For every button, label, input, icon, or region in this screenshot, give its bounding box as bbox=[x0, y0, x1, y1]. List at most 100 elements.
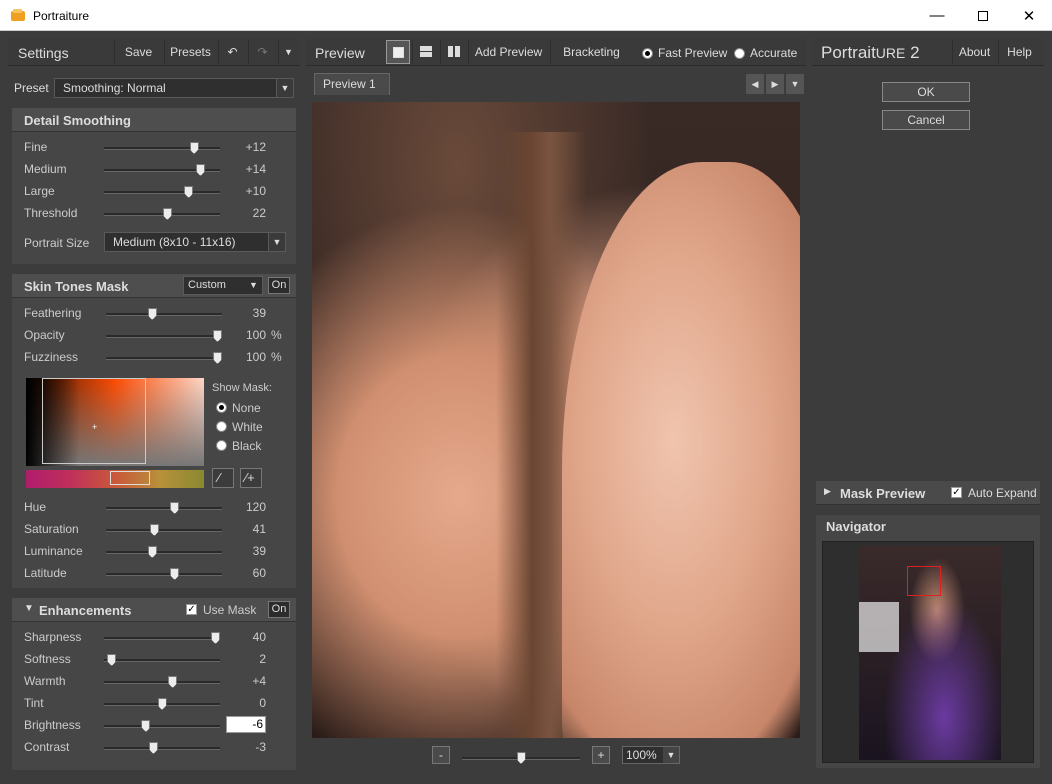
threshold-slider-thumb[interactable] bbox=[162, 208, 172, 220]
show-mask-label: Show Mask: bbox=[212, 382, 272, 394]
mask-black-radio[interactable] bbox=[216, 440, 227, 451]
presets-button[interactable]: Presets bbox=[164, 40, 216, 64]
skin-range-box[interactable] bbox=[42, 378, 146, 464]
latitude-slider[interactable] bbox=[106, 568, 222, 580]
hue-slider[interactable] bbox=[106, 502, 222, 514]
tint-slider[interactable] bbox=[104, 698, 220, 710]
detail-smoothing-title: Detail Smoothing bbox=[24, 113, 131, 128]
eyedropper-plus-button[interactable]: ⁄+ bbox=[240, 468, 262, 488]
tab-prev-button[interactable]: ◀ bbox=[746, 74, 764, 94]
eyedropper-button[interactable]: ⁄ bbox=[212, 468, 234, 488]
auto-expand-checkbox[interactable]: ✓ bbox=[951, 487, 962, 498]
split-vertical-button[interactable] bbox=[440, 40, 466, 64]
fuzziness-slider[interactable] bbox=[106, 352, 222, 364]
threshold-label: Threshold bbox=[24, 206, 78, 220]
bracketing-button[interactable]: Bracketing bbox=[550, 40, 632, 64]
mask-white-radio[interactable] bbox=[216, 421, 227, 432]
redo-button[interactable]: ↷ bbox=[248, 40, 276, 64]
luminance-slider[interactable] bbox=[106, 546, 222, 558]
medium-value: +14 bbox=[245, 162, 266, 176]
use-mask-checkbox[interactable]: ✓ bbox=[186, 604, 197, 615]
navigator-viewport[interactable] bbox=[907, 566, 941, 596]
zoom-slider[interactable] bbox=[462, 752, 580, 764]
warmth-slider-thumb[interactable] bbox=[168, 676, 178, 688]
opacity-slider-thumb[interactable] bbox=[213, 330, 222, 342]
portrait-size-value: Medium (8x10 - 11x16) bbox=[113, 235, 236, 249]
tab-menu-button[interactable]: ▼ bbox=[786, 74, 804, 94]
latitude-slider-thumb[interactable] bbox=[170, 568, 180, 580]
mask-none-radio[interactable] bbox=[216, 402, 227, 413]
accurate-radio[interactable] bbox=[734, 48, 745, 59]
tab-next-button[interactable]: ▶ bbox=[766, 74, 784, 94]
softness-slider[interactable] bbox=[104, 654, 220, 666]
hue-range-box[interactable] bbox=[110, 471, 150, 485]
softness-slider-thumb[interactable] bbox=[107, 654, 117, 666]
medium-slider-thumb[interactable] bbox=[196, 164, 206, 176]
save-button[interactable]: Save bbox=[114, 40, 162, 64]
zoom-out-button[interactable]: - bbox=[432, 746, 450, 764]
tab-preview-1[interactable]: Preview 1 bbox=[314, 73, 390, 95]
settings-menu-button[interactable]: ▼ bbox=[278, 40, 298, 64]
skin-on-toggle[interactable]: On bbox=[268, 277, 290, 294]
opacity-slider[interactable] bbox=[106, 330, 222, 342]
navigator-thumbnail[interactable] bbox=[859, 546, 1001, 760]
enh-on-toggle[interactable]: On bbox=[268, 601, 290, 618]
fine-slider-thumb[interactable] bbox=[189, 142, 199, 154]
brand-logo: Portraiture 2 bbox=[821, 43, 920, 62]
expand-icon[interactable]: ▶ bbox=[824, 486, 831, 497]
threshold-slider[interactable] bbox=[104, 208, 220, 220]
zoom-slider-thumb[interactable] bbox=[516, 752, 526, 764]
ok-button[interactable]: OK bbox=[882, 82, 970, 102]
contrast-slider[interactable] bbox=[104, 742, 220, 754]
tint-slider-thumb[interactable] bbox=[157, 698, 167, 710]
hue-label: Hue bbox=[24, 500, 47, 514]
close-button[interactable]: ✕ bbox=[1006, 0, 1052, 31]
fine-value: +12 bbox=[245, 140, 266, 154]
skin-mode-select[interactable]: Custom ▼ bbox=[183, 276, 263, 295]
luminance-slider-thumb[interactable] bbox=[147, 546, 157, 558]
medium-slider[interactable] bbox=[104, 164, 220, 176]
feathering-slider-thumb[interactable] bbox=[147, 308, 157, 320]
brightness-slider-thumb[interactable] bbox=[141, 720, 151, 732]
accurate-label: Accurate bbox=[750, 46, 798, 60]
sharpness-slider[interactable] bbox=[104, 632, 220, 644]
mask-none-label: None bbox=[232, 401, 261, 415]
add-preview-button[interactable]: Add Preview bbox=[468, 40, 548, 64]
fast-preview-radio[interactable] bbox=[642, 48, 653, 59]
hue-gradient-bar[interactable] bbox=[26, 470, 204, 488]
undo-button[interactable]: ↶ bbox=[218, 40, 246, 64]
preset-select[interactable]: Smoothing: Normal ▼ bbox=[54, 78, 294, 98]
chevron-down-icon: ▼ bbox=[663, 747, 679, 763]
split-horizontal-button[interactable] bbox=[412, 40, 438, 64]
hue-slider-thumb[interactable] bbox=[170, 502, 180, 514]
fine-slider[interactable] bbox=[104, 142, 220, 154]
preview-image[interactable] bbox=[312, 102, 800, 738]
fuzziness-slider-thumb[interactable] bbox=[213, 352, 222, 364]
help-button[interactable]: Help bbox=[998, 40, 1040, 64]
zoom-select[interactable]: 100% ▼ bbox=[622, 746, 680, 764]
portrait-size-select[interactable]: Medium (8x10 - 11x16) ▼ bbox=[104, 232, 286, 252]
about-button[interactable]: About bbox=[952, 40, 996, 64]
minimize-icon: — bbox=[929, 7, 945, 24]
feathering-slider[interactable] bbox=[106, 308, 222, 320]
check-icon: ✓ bbox=[952, 487, 961, 498]
brightness-value[interactable]: -6 bbox=[226, 716, 266, 733]
collapse-icon[interactable]: ▼ bbox=[24, 603, 34, 614]
saturation-label: Saturation bbox=[24, 522, 79, 536]
saturation-slider[interactable] bbox=[106, 524, 222, 536]
large-slider[interactable] bbox=[104, 186, 220, 198]
single-view-button[interactable] bbox=[386, 40, 410, 64]
sharpness-slider-thumb[interactable] bbox=[211, 632, 220, 644]
brightness-slider[interactable] bbox=[104, 720, 220, 732]
minimize-button[interactable]: — bbox=[914, 0, 960, 31]
detail-smoothing-section: Detail Smoothing Fine +12 Medium +14 Large +1… bbox=[12, 108, 296, 264]
saturation-slider-thumb[interactable] bbox=[149, 524, 159, 536]
warmth-slider[interactable] bbox=[104, 676, 220, 688]
large-slider-thumb[interactable] bbox=[184, 186, 194, 198]
zoom-in-button[interactable]: + bbox=[592, 746, 610, 764]
contrast-slider-thumb[interactable] bbox=[148, 742, 158, 754]
large-label: Large bbox=[24, 184, 55, 198]
maximize-button[interactable] bbox=[960, 0, 1006, 31]
cancel-button[interactable]: Cancel bbox=[882, 110, 970, 130]
skin-color-picker[interactable]: + bbox=[26, 378, 204, 466]
